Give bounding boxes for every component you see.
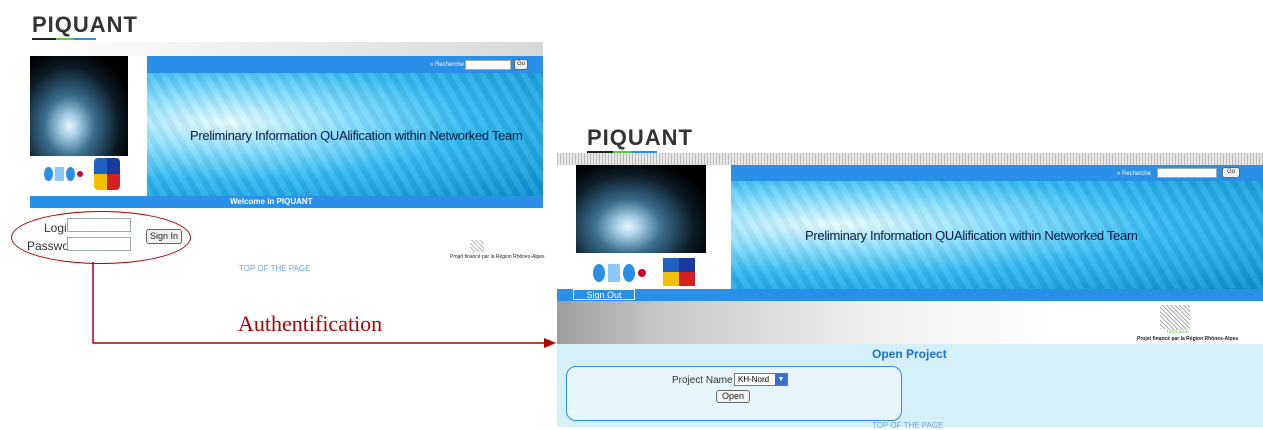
open-button[interactable]: Open bbox=[716, 390, 750, 403]
isocele-mark-icon bbox=[1160, 305, 1190, 329]
search-go-button[interactable]: Go bbox=[1222, 167, 1240, 178]
header-stripe bbox=[557, 153, 1263, 165]
project-selected-value: KH-Nord bbox=[738, 375, 770, 384]
authentication-label: Authentification bbox=[238, 311, 383, 336]
sign-out-button[interactable]: Sign Out bbox=[573, 289, 635, 300]
search-input[interactable] bbox=[1157, 168, 1217, 178]
project-name-label: Project Name bbox=[672, 375, 733, 386]
open-project-title: Open Project bbox=[872, 347, 947, 361]
piquant-logo: PIQUANT bbox=[587, 125, 693, 150]
funding-note: Projet financé par la Région Rhônes-Alpe… bbox=[1137, 336, 1239, 342]
nav-bar bbox=[557, 289, 1263, 301]
top-of-page-link[interactable]: TOP OF THE PAGE bbox=[872, 421, 943, 430]
partner-emblem-icon bbox=[663, 258, 695, 286]
handshake-photo bbox=[576, 165, 706, 253]
search-label: » Recherche bbox=[1117, 171, 1152, 177]
chevron-down-icon[interactable]: ▼ bbox=[775, 374, 787, 385]
isocele-text: ISOCELE bbox=[1167, 329, 1189, 335]
banner-title: Preliminary Information QUAlification wi… bbox=[805, 228, 1138, 243]
gilco-logo bbox=[584, 262, 654, 284]
project-name-select[interactable]: KH-Nord ▼ bbox=[734, 373, 788, 386]
